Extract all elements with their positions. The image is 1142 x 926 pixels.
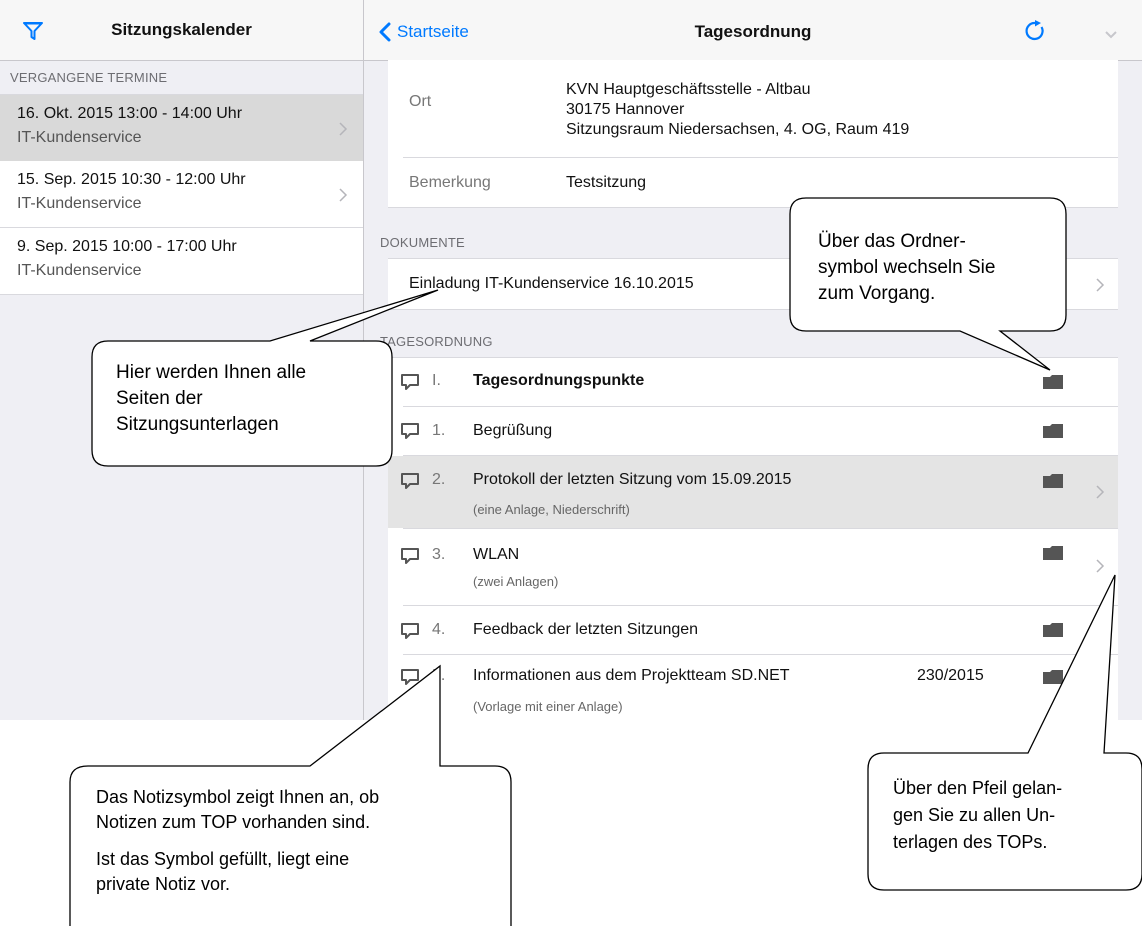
callout-arrow-text: Über den Pfeil gelan- gen Sie zu allen U… — [893, 778, 1063, 852]
callout-note-text: Das Notizsymbol zeigt Ihnen an, ob Notiz… — [96, 787, 380, 894]
callout-pages-text: Hier werden Ihnen alle Seiten der Sitzun… — [116, 362, 307, 435]
callout-folder-text: Über das Ordner- symbol wechseln Sie zum… — [818, 231, 996, 304]
